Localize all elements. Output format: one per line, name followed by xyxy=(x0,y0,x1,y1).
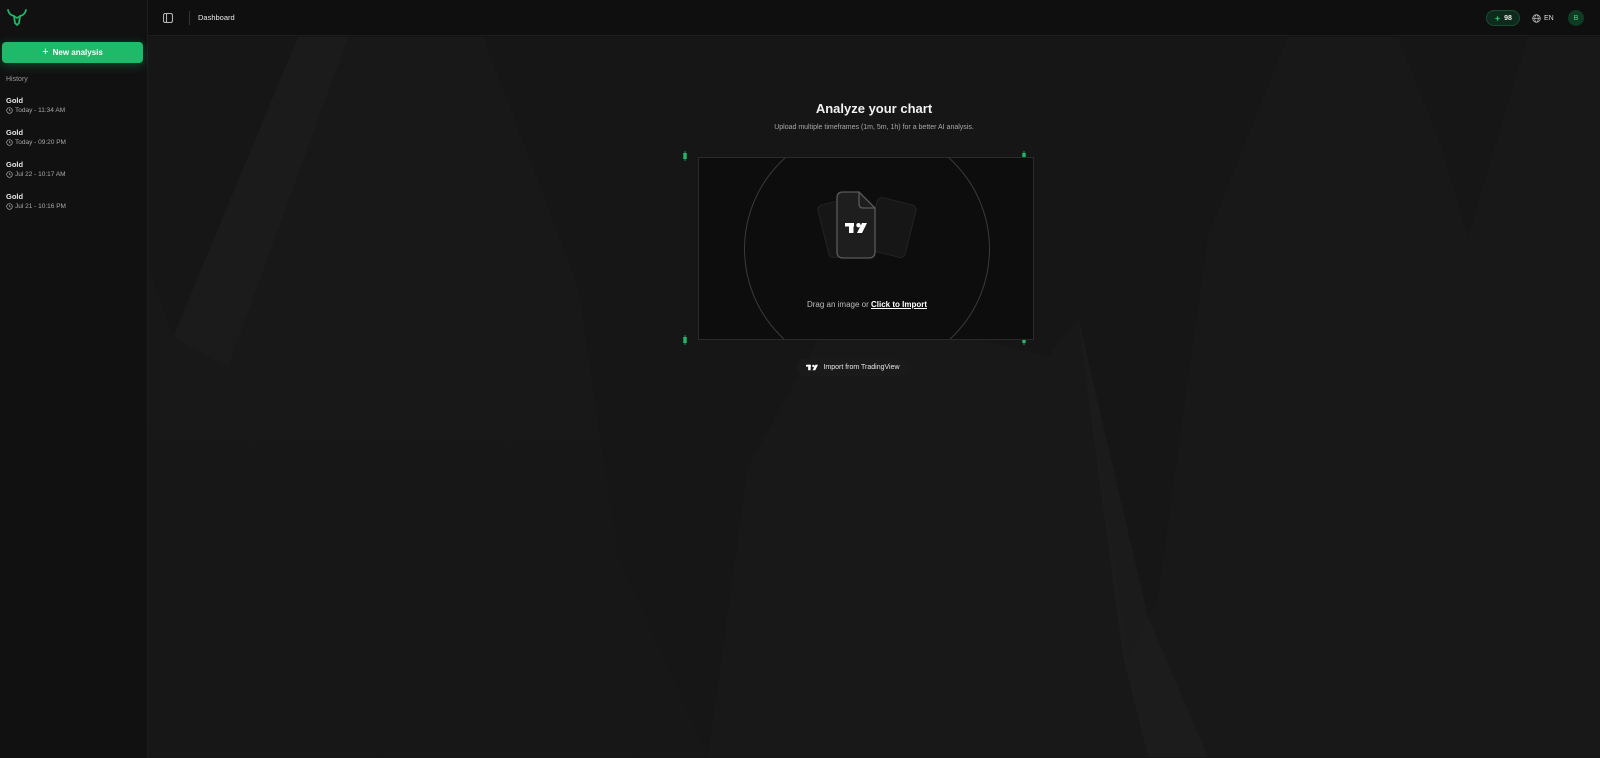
history-item-title: Gold xyxy=(6,160,24,169)
app-root: + New analysis History Gold Today - 11:3… xyxy=(0,0,1600,758)
history-item-time-row: Jul 22 - 10:17 AM xyxy=(6,170,142,179)
topbar-divider xyxy=(189,11,190,25)
history-item-title: Gold xyxy=(6,128,24,137)
clock-icon xyxy=(6,139,13,146)
history-item-time: Jul 21 - 10:16 PM xyxy=(15,203,66,210)
import-tradingview-label: Import from TradingView xyxy=(823,364,900,371)
breadcrumb[interactable]: Dashboard xyxy=(198,13,235,22)
history-item[interactable]: Gold Jul 21 - 10:16 PM xyxy=(6,192,142,224)
history-item[interactable]: Gold Today - 11:34 AM xyxy=(6,96,142,128)
new-analysis-button[interactable]: + New analysis xyxy=(2,42,143,63)
history-item-time: Today - 11:34 AM xyxy=(15,107,66,114)
upload-dropzone[interactable]: Drag an image or Click to Import xyxy=(698,157,1034,340)
tradingview-icon xyxy=(806,364,819,371)
credits-count: 98 xyxy=(1504,14,1512,22)
clock-icon xyxy=(6,171,13,178)
history-item-time-row: Today - 09:20 PM xyxy=(6,138,142,147)
history-heading: History xyxy=(6,76,28,83)
language-selector[interactable]: EN xyxy=(1532,12,1554,24)
sidebar: + New analysis History Gold Today - 11:3… xyxy=(0,0,148,758)
history-item[interactable]: Gold Today - 09:20 PM xyxy=(6,128,142,160)
main-content: Analyze your chart Upload multiple timef… xyxy=(148,37,1600,758)
import-tradingview-button[interactable]: Import from TradingView xyxy=(797,359,909,376)
background-chart-art xyxy=(148,37,1600,757)
dropzone-instructions: Drag an image or Click to Import xyxy=(699,300,1033,309)
history-item-time: Today - 09:20 PM xyxy=(15,139,66,146)
page-title: Analyze your chart xyxy=(815,101,933,116)
history-item-time-row: Jul 21 - 10:16 PM xyxy=(6,202,142,211)
language-code: EN xyxy=(1544,14,1554,22)
clock-icon xyxy=(6,107,13,114)
panel-toggle-icon[interactable] xyxy=(163,13,173,23)
history-item-title: Gold xyxy=(6,96,24,105)
file-icon xyxy=(817,191,917,259)
topbar: Dashboard 98 EN B xyxy=(148,0,1600,36)
dropzone-prefix: Drag an image or xyxy=(806,300,871,309)
click-to-import-link[interactable]: Click to Import xyxy=(871,300,927,309)
history-item[interactable]: Gold Jul 22 - 10:17 AM xyxy=(6,160,142,192)
clock-icon xyxy=(6,203,13,210)
bull-logo-icon[interactable] xyxy=(6,8,28,26)
sparkle-icon xyxy=(1494,14,1501,22)
history-item-time-row: Today - 11:34 AM xyxy=(6,106,142,115)
avatar[interactable]: B xyxy=(1568,10,1584,26)
page-subtitle: Upload multiple timeframes (1m, 5m, 1h) … xyxy=(774,124,974,131)
corner-candle-icon xyxy=(683,151,687,161)
history-list: Gold Today - 11:34 AM Gold Today - 09:20… xyxy=(6,96,142,224)
new-analysis-label: New analysis xyxy=(52,48,103,57)
credits-badge[interactable]: 98 xyxy=(1486,10,1520,26)
corner-candle-icon xyxy=(683,335,687,345)
plus-icon: + xyxy=(42,46,49,58)
globe-icon xyxy=(1532,13,1541,23)
history-item-time: Jul 22 - 10:17 AM xyxy=(15,171,66,178)
history-item-title: Gold xyxy=(6,192,24,201)
